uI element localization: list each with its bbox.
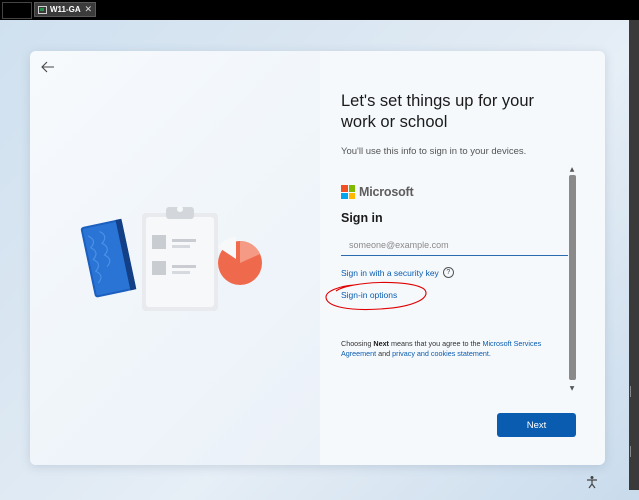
privacy-statement-link[interactable]: privacy and cookies statement: [392, 349, 489, 358]
vm-tab-label: W11-GA: [50, 5, 81, 14]
vm-tab-strip: W11-GA ✕: [0, 0, 639, 20]
pie-chart-icon: [218, 237, 262, 285]
clipboard-icon: [142, 206, 218, 311]
terms-text: Choosing Next means that you agree to th…: [341, 339, 542, 358]
page-subtitle: You'll use this info to sign in to your …: [341, 146, 527, 157]
email-input[interactable]: [341, 234, 568, 256]
illustration-panel: [30, 51, 320, 465]
arrow-left-icon: [41, 61, 54, 73]
notebook-icon: [80, 218, 137, 298]
scrollbar[interactable]: ▲ ▼: [567, 164, 577, 393]
edge-marker: [630, 446, 637, 457]
security-key-link[interactable]: Sign in with a security key ?: [341, 267, 454, 278]
security-key-link-label: Sign in with a security key: [341, 267, 439, 278]
scrollbar-thumb[interactable]: [569, 175, 576, 380]
right-edge-panel: [629, 20, 639, 490]
signin-heading: Sign in: [341, 211, 383, 225]
next-button[interactable]: Next: [497, 413, 576, 437]
page-title: Let's set things up for your work or sch…: [341, 92, 535, 131]
scroll-down-arrow-icon[interactable]: ▼: [567, 383, 577, 393]
vm-tab-blank[interactable]: [2, 2, 32, 19]
microsoft-wordmark: Microsoft: [359, 185, 414, 199]
back-button[interactable]: [38, 59, 58, 75]
vm-tab[interactable]: W11-GA ✕: [34, 2, 96, 17]
vm-tab-close-icon[interactable]: ✕: [84, 4, 92, 15]
edge-marker: [630, 386, 637, 397]
vm-window-icon: [38, 5, 47, 14]
help-icon[interactable]: ?: [442, 267, 454, 278]
work-illustration: [80, 206, 262, 311]
terms-next-word: Next: [373, 339, 389, 348]
setup-card: Let's set things up for your work or sch…: [30, 51, 605, 465]
microsoft-squares-icon: [341, 185, 355, 199]
accessibility-icon[interactable]: [585, 475, 599, 489]
scroll-up-arrow-icon[interactable]: ▲: [567, 164, 577, 174]
signin-options-link[interactable]: Sign-in options: [341, 290, 397, 300]
microsoft-logo: Microsoft: [341, 185, 414, 199]
